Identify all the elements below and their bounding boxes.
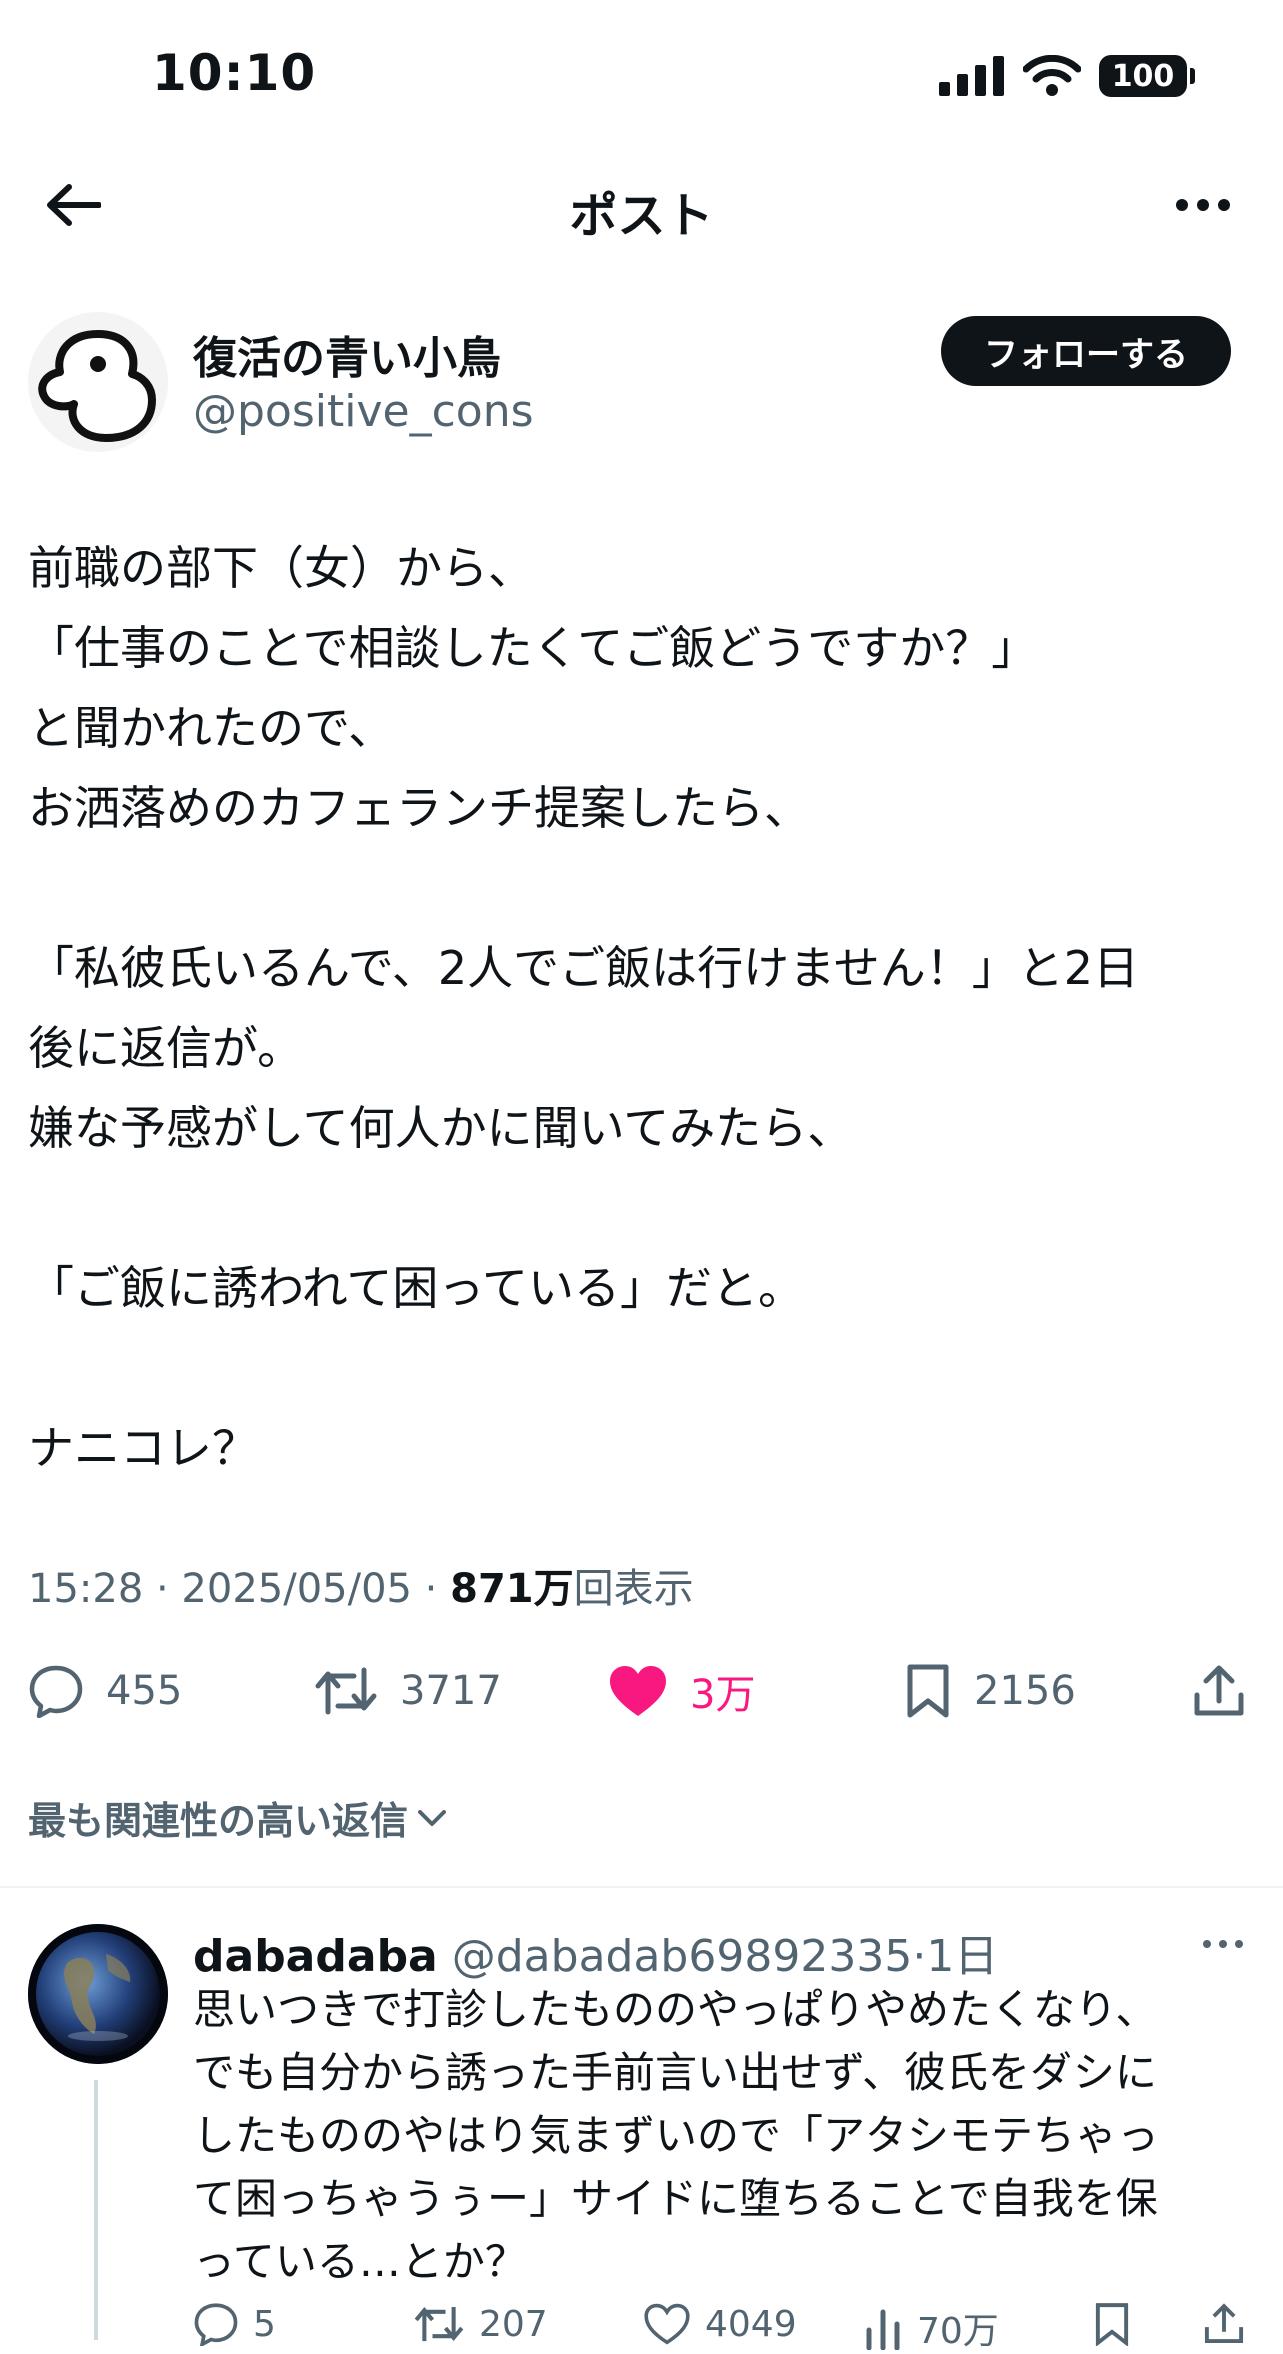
author-display-name[interactable]: 復活の青い小鳥	[193, 322, 501, 386]
page-title: ポスト	[569, 188, 714, 244]
repost-icon	[414, 2306, 464, 2342]
reply-text: 思いつきで打診したもののやっぱりやめたくなり、 でも自分から誘った手前言い出せず…	[193, 1978, 1253, 2293]
post-text-line	[28, 1328, 1258, 1408]
post-text-line: 「ご飯に誘われて困っている」だと。	[28, 1261, 805, 1315]
heart-icon	[644, 2303, 690, 2345]
share-button[interactable]	[1192, 1656, 1246, 1726]
views-count: 871万	[450, 1566, 574, 1612]
reply-actions: 5 207 4049 70万	[193, 2302, 1253, 2352]
status-icons: 100	[939, 48, 1195, 104]
more-dots-icon	[1176, 199, 1230, 211]
post-text-line	[28, 1168, 1258, 1248]
bird-avatar-icon	[28, 312, 168, 452]
post-text-line: お洒落めのカフェランチ提案したら、	[28, 781, 810, 835]
reply-text-line: したもののやはり気まずいので「アタシモテちゃっ	[193, 2111, 1160, 2160]
reply-button[interactable]: 455	[28, 1656, 182, 1726]
reply-header: dabadaba @dabadab69892335·1日	[193, 1920, 998, 1984]
post-actions: 455 3717 3万 2156	[0, 1656, 1283, 1726]
reply-bookmark-button[interactable]	[1093, 2302, 1131, 2346]
section-divider	[0, 1886, 1283, 1888]
bookmark-icon	[1095, 2303, 1129, 2346]
cellular-signal-icon	[939, 56, 1004, 96]
replies-sort-label: 最も関連性の高い返信	[28, 1799, 409, 1843]
chevron-down-icon	[418, 1809, 447, 1826]
status-time: 10:10	[152, 44, 317, 102]
replies-sort-dropdown[interactable]: 最も関連性の高い返信	[28, 1790, 450, 1845]
reply-author-name[interactable]: dabadaba	[193, 1931, 438, 1982]
reply-avatar[interactable]	[28, 1924, 168, 2064]
bookmark-icon	[907, 1664, 949, 1718]
reply-dot: ·	[912, 1931, 927, 1982]
wifi-icon	[1023, 55, 1081, 96]
share-icon	[1194, 1665, 1244, 1716]
author-handle[interactable]: @positive_cons	[193, 386, 534, 437]
reply-repost-count: 207	[479, 2303, 548, 2345]
reply-share-button[interactable]	[1203, 2302, 1245, 2346]
views-chart-icon	[866, 2309, 900, 2350]
reply-icon	[29, 1665, 83, 1718]
reply-time[interactable]: 1日	[926, 1931, 998, 1982]
reply-icon	[194, 2303, 238, 2346]
post-timestamp: 15:28 · 2025/05/05 ·	[28, 1566, 451, 1612]
reply-views-button[interactable]: 70万	[863, 2302, 999, 2354]
more-dots-icon	[1203, 1940, 1243, 1948]
author-avatar[interactable]	[28, 312, 168, 452]
reply-reply-count: 5	[253, 2303, 276, 2345]
reply-text-line: っている…とか？	[193, 2237, 527, 2286]
reply-views-count: 70万	[917, 2311, 999, 2352]
reply-count: 455	[106, 1668, 183, 1714]
repost-count: 3717	[400, 1668, 502, 1714]
reply-text-line: 思いつきで打診したもののやっぱりやめたくなり、	[193, 1985, 1158, 2034]
post-text-line: 「仕事のことで相談したくてご飯どうですか？」	[28, 621, 1038, 675]
reply-author-handle[interactable]: @dabadab69892335	[452, 1931, 913, 1982]
earth-avatar-icon	[28, 1924, 168, 2064]
reply-like-count: 4049	[705, 2303, 797, 2345]
reply-text-line: でも自分から誘った手前言い出せず、彼氏をダシに	[193, 2048, 1157, 2097]
post-meta: 15:28 · 2025/05/05 · 871万回表示	[28, 1556, 694, 1614]
like-button[interactable]: 3万	[608, 1656, 755, 1726]
follow-button[interactable]: フォローする	[941, 316, 1231, 386]
post-text-line: 後に返信が。	[28, 1021, 304, 1075]
reply-like-button[interactable]: 4049	[643, 2302, 797, 2346]
bookmark-button[interactable]: 2156	[904, 1656, 1076, 1726]
reply-repost-button[interactable]: 207	[413, 2302, 548, 2346]
like-count: 3万	[690, 1672, 756, 1718]
post-text-line: と聞かれたので、	[28, 701, 395, 755]
thread-line	[94, 2080, 98, 2340]
post-text-line	[28, 848, 1258, 928]
repost-icon	[315, 1667, 377, 1715]
repost-button[interactable]: 3717	[314, 1656, 502, 1726]
reply-text-line: て困っちゃうぅー」サイドに堕ちることで自我を保	[193, 2174, 1158, 2223]
views-label: 回表示	[573, 1566, 694, 1612]
post-text-line: 「私彼氏いるんで、2人でご飯は行けません！」と2日	[28, 941, 1140, 995]
post-text-line: ナニコレ？	[28, 1421, 258, 1475]
share-icon	[1204, 2303, 1244, 2344]
reply-more-button[interactable]	[1193, 1924, 1253, 1964]
reply-reply-button[interactable]: 5	[193, 2302, 276, 2346]
post-text-line: 嫌な予感がして何人かに聞いてみたら、	[28, 1101, 854, 1155]
battery-level: 100	[1111, 58, 1175, 94]
post-text: 前職の部下（女）から、 「仕事のことで相談したくてご飯どうですか？」 と聞かれた…	[28, 528, 1258, 1488]
battery-icon: 100	[1099, 55, 1195, 97]
more-options-button[interactable]	[1163, 170, 1243, 240]
bookmark-count: 2156	[974, 1668, 1076, 1714]
post-text-line: 前職の部下（女）から、	[28, 541, 534, 595]
heart-icon	[610, 1666, 666, 1716]
